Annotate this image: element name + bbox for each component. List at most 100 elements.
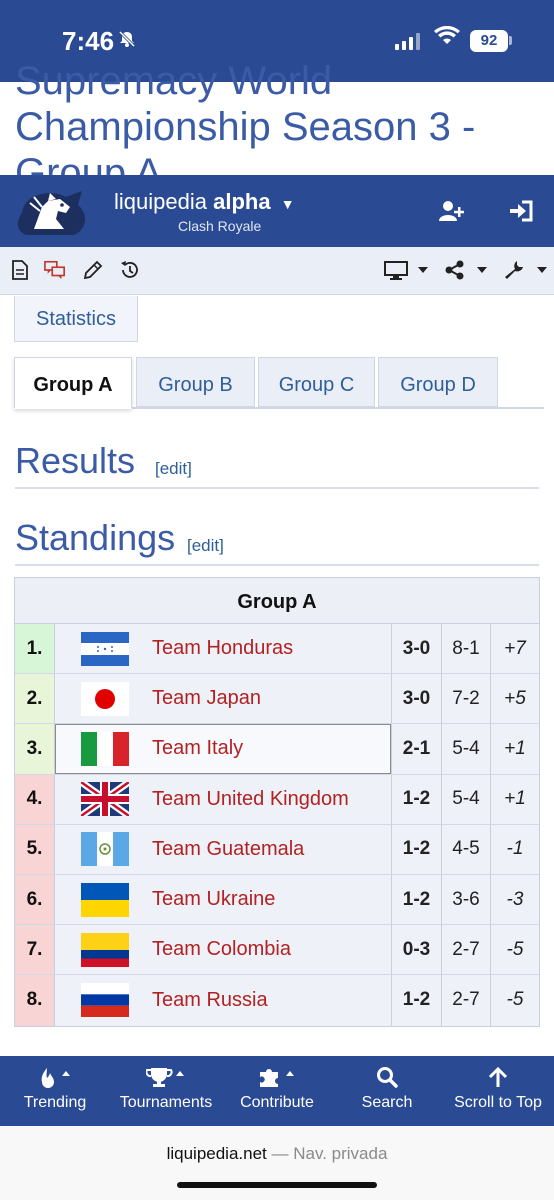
- standings-heading: Standings: [15, 517, 176, 558]
- standing-position: 1.: [15, 624, 55, 674]
- russia-flag-icon: [81, 983, 129, 1018]
- search-icon: [377, 1067, 398, 1088]
- wrench-icon[interactable]: [503, 259, 525, 281]
- chevron-down-icon[interactable]: [477, 267, 487, 273]
- liquipedia-logo-icon[interactable]: [12, 183, 96, 241]
- discussion-icon[interactable]: [44, 259, 66, 281]
- chevron-down-icon[interactable]: [418, 267, 428, 273]
- game-diff: +1: [504, 788, 526, 810]
- game-diff: -5: [506, 938, 524, 960]
- game-diff: -5: [506, 989, 524, 1011]
- game-diff: +1: [504, 737, 526, 759]
- create-account-icon[interactable]: [439, 199, 465, 223]
- tab-group-d[interactable]: Group D: [378, 357, 498, 407]
- nav-search[interactable]: Search: [332, 1056, 442, 1126]
- nav-contribute[interactable]: Contribute: [222, 1056, 332, 1126]
- results-divider: [15, 487, 539, 489]
- standing-position: 2.: [15, 674, 55, 724]
- cellular-signal-icon: [395, 32, 420, 50]
- match-score: 3-0: [392, 624, 442, 674]
- team-cell[interactable]: Team Ukraine: [55, 874, 392, 925]
- team-cell[interactable]: Team Japan: [55, 674, 392, 724]
- match-score: 1-2: [392, 975, 442, 1026]
- team-name[interactable]: Team Russia: [152, 989, 268, 1012]
- tab-group-b[interactable]: Group B: [136, 357, 255, 407]
- team-cell[interactable]: Team Italy: [55, 724, 392, 774]
- team-name[interactable]: Team United Kingdom: [152, 788, 349, 811]
- tab-group-a[interactable]: Group A: [14, 357, 132, 409]
- standing-position: 3.: [15, 724, 55, 774]
- history-icon[interactable]: [119, 259, 141, 281]
- nav-label: Tournaments: [119, 1094, 213, 1111]
- edit-pencil-icon[interactable]: [82, 259, 104, 281]
- team-name[interactable]: Team Guatemala: [152, 838, 304, 861]
- table-row: 3. Team Italy 2-1 5-4 +1: [15, 724, 539, 775]
- team-name[interactable]: Team Japan: [152, 687, 261, 710]
- standings-edit-link[interactable]: [edit]: [187, 536, 224, 556]
- battery-tip: [509, 36, 512, 45]
- team-name[interactable]: Team Honduras: [152, 637, 293, 660]
- table-row: 4. Team United Kingdom 1-2 5-4 +1: [15, 774, 539, 825]
- nav-scroll-to-top[interactable]: Scroll to Top: [442, 1056, 554, 1126]
- tab-group-c[interactable]: Group C: [258, 357, 375, 407]
- site-brand[interactable]: liquipedia alpha ▼: [114, 189, 295, 215]
- team-name[interactable]: Team Colombia: [152, 938, 291, 961]
- home-indicator[interactable]: [177, 1182, 377, 1188]
- standing-position: 7.: [15, 925, 55, 975]
- italy-flag-icon: [81, 731, 129, 766]
- game-score: 7-2: [442, 674, 491, 724]
- nav-label: Contribute: [240, 1094, 314, 1111]
- team-cell[interactable]: Team United Kingdom: [55, 774, 392, 824]
- table-row: 8. Team Russia 1-2 2-7 -5: [15, 975, 539, 1026]
- results-edit-link[interactable]: [edit]: [155, 459, 192, 479]
- colombia-flag-icon: [81, 932, 129, 967]
- match-score: 3-0: [392, 674, 442, 724]
- team-name[interactable]: Team Italy: [152, 737, 243, 760]
- browser-address-bar[interactable]: liquipedia.net — Nav. privada: [0, 1126, 554, 1200]
- standings-table-header: Group A: [15, 578, 539, 624]
- game-score: 5-4: [442, 774, 491, 824]
- team-cell[interactable]: Team Honduras: [55, 624, 392, 674]
- desktop-view-icon[interactable]: [384, 259, 408, 281]
- game-diff: -3: [506, 888, 524, 910]
- login-icon[interactable]: [508, 199, 534, 223]
- game-score: 8-1: [442, 624, 491, 674]
- team-cell[interactable]: Team Colombia: [55, 925, 392, 975]
- honduras-flag-icon: [81, 631, 129, 666]
- brand-alpha: alpha: [213, 189, 271, 214]
- game-score: 5-4: [442, 724, 491, 774]
- united-kingdom-flag-icon: [81, 782, 129, 817]
- table-row: 1. Team Honduras 3-0 8-1 +7: [15, 624, 539, 675]
- url-display[interactable]: liquipedia.net — Nav. privada: [0, 1144, 554, 1164]
- nav-trending[interactable]: Trending: [0, 1056, 110, 1126]
- team-cell[interactable]: Team Russia: [55, 975, 392, 1026]
- url-domain: liquipedia.net: [166, 1144, 267, 1163]
- table-row: 7. Team Colombia 0-3 2-7 -5: [15, 925, 539, 976]
- match-score: 1-2: [392, 774, 442, 824]
- game-diff: +7: [504, 637, 526, 659]
- japan-flag-icon: [81, 681, 129, 716]
- page-icon[interactable]: [9, 259, 31, 281]
- guatemala-flag-icon: [81, 832, 129, 867]
- site-header: liquipedia alpha ▼ Clash Royale: [0, 175, 554, 247]
- fire-icon: [41, 1068, 70, 1088]
- status-time: 7:46: [62, 26, 115, 56]
- standing-position: 6.: [15, 874, 55, 925]
- nav-tournaments[interactable]: Tournaments: [110, 1056, 222, 1126]
- wiki-subtitle: Clash Royale: [178, 218, 262, 234]
- share-icon[interactable]: [444, 259, 466, 281]
- table-row: 6. Team Ukraine 1-2 3-6 -3: [15, 874, 539, 926]
- team-cell[interactable]: Team Guatemala: [55, 824, 392, 874]
- game-score: 4-5: [442, 824, 491, 874]
- bottom-nav: Trending Tournaments Contribute Search S…: [0, 1056, 554, 1126]
- group-tabs: Group A Group B Group C Group D: [14, 357, 544, 409]
- team-name[interactable]: Team Ukraine: [152, 888, 275, 911]
- tab-statistics[interactable]: Statistics: [14, 296, 138, 342]
- chevron-down-icon[interactable]: [537, 267, 547, 273]
- table-row: 5. Team Guatemala 1-2 4-5 -1: [15, 824, 539, 875]
- private-mode-label: — Nav. privada: [271, 1144, 388, 1163]
- match-score: 2-1: [392, 724, 442, 774]
- nav-label: Search: [361, 1094, 413, 1111]
- arrow-up-icon: [488, 1066, 508, 1087]
- match-score: 1-2: [392, 824, 442, 874]
